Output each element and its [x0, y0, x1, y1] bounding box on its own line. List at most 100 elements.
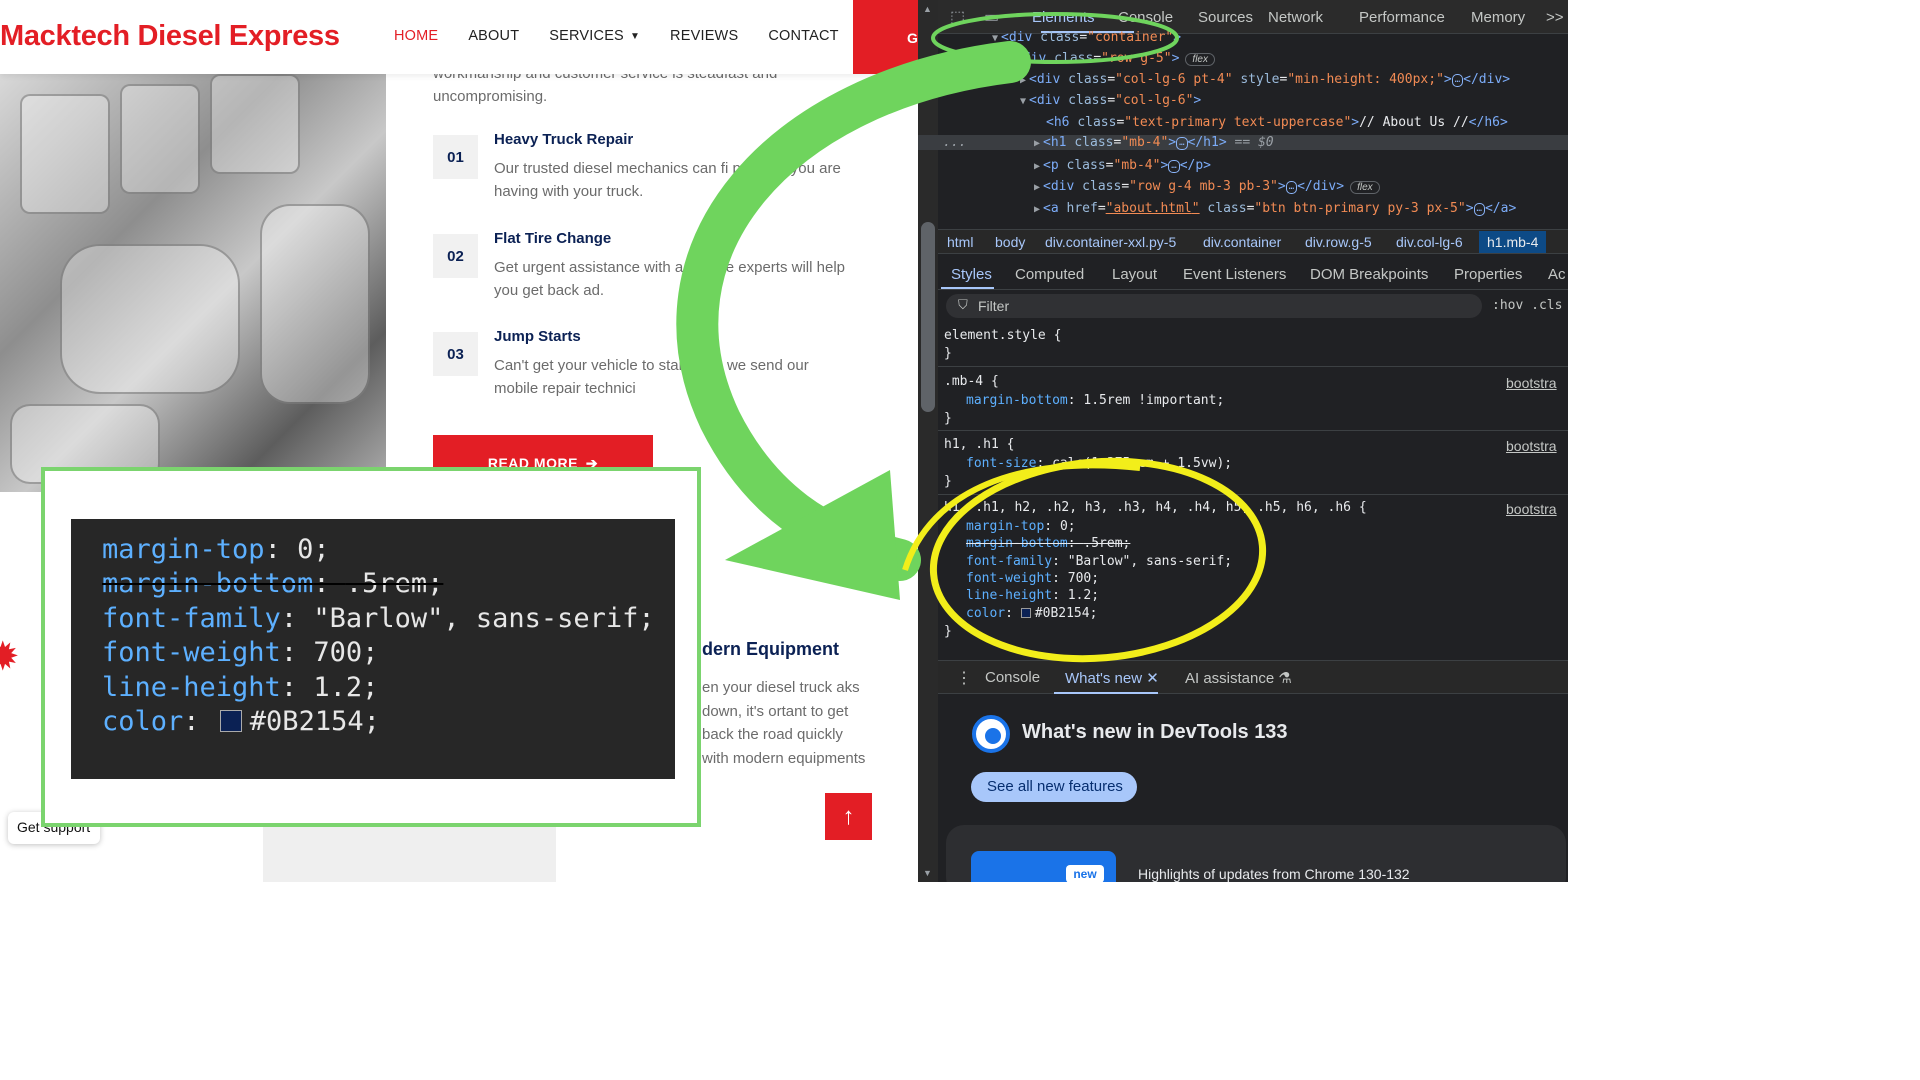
- dom-node[interactable]: ▶ <div class="col-lg-6 pt-4" style="min-h…: [1020, 72, 1510, 87]
- main-nav: HOME ABOUT SERVICES ▼ REVIEWS CONTACT: [394, 28, 869, 44]
- engine-image: [0, 74, 386, 492]
- whats-new-panel: What's new in DevTools 133 See all new f…: [938, 695, 1568, 882]
- drawer-tab-ai-assistance[interactable]: AI assistance ⚗: [1185, 669, 1292, 687]
- tab-memory[interactable]: Memory: [1471, 9, 1525, 26]
- breadcrumb: html body div.container-xxl.py-5 div.con…: [938, 229, 1568, 254]
- dom-node[interactable]: ▶ <p class="mb-4">… </p>: [1034, 158, 1211, 173]
- scroll-up-icon[interactable]: ▲: [923, 4, 932, 14]
- dom-node-selected[interactable]: ... ▶ <h1 class="mb-4">… </h1> == $0: [918, 135, 1568, 150]
- chrome-logo-icon: [972, 715, 1010, 753]
- dom-tree: ▼ <div class="container"> ▼ <div class="ro…: [918, 28, 1568, 224]
- zoomed-css-code: margin-top: 0; margin-bottom: .5rem; fon…: [71, 519, 675, 779]
- rule-close: }: [944, 474, 952, 489]
- nav-home[interactable]: HOME: [394, 28, 438, 44]
- service-item: 02 Flat Tire Change Get urgent assistanc…: [433, 230, 863, 310]
- service-description: Can't get your vehicle to start w so we …: [494, 357, 809, 397]
- stylesheet-link[interactable]: bootstra: [1506, 501, 1557, 517]
- dom-node[interactable]: ▼ <div class="col-lg-6">: [1020, 93, 1201, 108]
- nav-about[interactable]: ABOUT: [468, 28, 519, 44]
- site-logo[interactable]: Macktech Diesel Express: [0, 20, 340, 53]
- tab-elements[interactable]: Elements: [1032, 9, 1095, 26]
- service-number: 02: [433, 234, 478, 278]
- nav-contact[interactable]: CONTACT: [768, 28, 838, 44]
- dom-node[interactable]: ▼ <div class="container">: [992, 30, 1181, 45]
- css-line: font-family: "Barlow", sans-serif;: [102, 602, 655, 634]
- breadcrumb-item[interactable]: div.col-lg-6: [1396, 234, 1463, 250]
- scroll-down-icon[interactable]: ▼: [923, 868, 932, 878]
- tab-dom-breakpoints[interactable]: DOM Breakpoints: [1310, 266, 1428, 283]
- service-title: Heavy Truck Repair: [494, 131, 634, 148]
- breadcrumb-item-active[interactable]: h1.mb-4: [1479, 231, 1547, 253]
- dom-node[interactable]: ▼ <div class="row g-5"> flex: [1006, 51, 1215, 66]
- tab-styles[interactable]: Styles: [951, 266, 992, 283]
- devtools-panel: ▲ ▼ ⬚ ▭ Elements Console Sources Network…: [918, 0, 1568, 882]
- css-declaration-overridden[interactable]: margin-bottom: .5rem;: [966, 536, 1130, 551]
- whats-new-title: What's new in DevTools 133: [1022, 721, 1288, 743]
- dom-node[interactable]: ▶ <div class="row g-4 mb-3 pb-3">… </div> f…: [1034, 179, 1380, 194]
- color-swatch[interactable]: [1020, 608, 1031, 618]
- css-line-overridden: margin-bottom: .5rem;: [102, 568, 444, 600]
- breadcrumb-item[interactable]: html: [947, 234, 973, 250]
- back-to-top-button[interactable]: ↑: [825, 793, 872, 840]
- css-declaration[interactable]: color: #0B2154;: [966, 606, 1097, 621]
- rule-headings[interactable]: h1, .h1, h2, .h2, h3, .h3, h4, .h4, h5, …: [944, 500, 1367, 515]
- css-declaration[interactable]: font-family: "Barlow", sans-serif;: [966, 554, 1232, 569]
- dom-node[interactable]: <h6 class="text-primary text-uppercase">…: [1046, 115, 1508, 130]
- highlights-text: Highlights of updates from Chrome 130-13…: [1138, 866, 1410, 882]
- css-declaration[interactable]: margin-bottom: 1.5rem !important;: [966, 393, 1224, 408]
- css-declaration[interactable]: margin-top: 0;: [966, 519, 1076, 534]
- more-tabs-icon[interactable]: >>: [1546, 9, 1564, 26]
- stylesheet-link[interactable]: bootstra: [1506, 375, 1557, 391]
- css-line: line-height: 1.2;: [102, 671, 379, 703]
- feature-title: dern Equipment: [702, 639, 840, 659]
- drawer-tab-whats-new[interactable]: What's new ✕: [1065, 669, 1159, 687]
- tab-performance[interactable]: Performance: [1359, 9, 1445, 26]
- service-number: 01: [433, 135, 478, 179]
- css-declaration[interactable]: font-weight: 700;: [966, 571, 1099, 586]
- inspect-element-icon[interactable]: ⬚: [950, 7, 965, 27]
- tab-properties[interactable]: Properties: [1454, 266, 1522, 283]
- tab-network[interactable]: Network: [1268, 9, 1323, 26]
- nav-reviews[interactable]: REVIEWS: [670, 28, 738, 44]
- tab-accessibility[interactable]: Ac: [1548, 266, 1566, 283]
- css-declaration[interactable]: line-height: 1.2;: [966, 588, 1099, 603]
- breadcrumb-item[interactable]: div.row.g-5: [1305, 234, 1372, 250]
- tab-layout[interactable]: Layout: [1112, 266, 1157, 283]
- styles-filter-input[interactable]: ⛉ Filter: [946, 294, 1482, 318]
- rule-element-style[interactable]: element.style {: [944, 328, 1061, 343]
- stylesheet-link[interactable]: bootstra: [1506, 438, 1557, 454]
- service-item: 01 Heavy Truck Repair Our trusted diesel…: [433, 131, 863, 211]
- nav-services[interactable]: SERVICES ▼: [549, 28, 640, 44]
- drawer-tab-console[interactable]: Console: [985, 669, 1040, 686]
- hov-cls-toggles[interactable]: :hov .cls: [1492, 298, 1562, 313]
- highlights-card[interactable]: new Highlights of updates from Chrome 13…: [946, 825, 1566, 882]
- rule-close: }: [944, 346, 952, 361]
- active-drawer-tab-indicator: [1054, 692, 1158, 694]
- see-all-features-button[interactable]: See all new features: [971, 772, 1137, 802]
- device-toolbar-icon[interactable]: ▭: [984, 7, 999, 27]
- feature-description: en your diesel truck aks down, it's orta…: [702, 679, 866, 767]
- tab-sources[interactable]: Sources: [1198, 9, 1253, 26]
- page-scrollbar[interactable]: ▲ ▼: [918, 0, 938, 882]
- active-subtab-indicator: [941, 287, 994, 289]
- css-declaration[interactable]: font-size: calc(1.375rem + 1.5vw);: [966, 456, 1232, 471]
- breadcrumb-item[interactable]: div.container: [1203, 234, 1281, 250]
- quote-button[interactable]: G: [853, 0, 918, 74]
- close-icon[interactable]: ✕: [1146, 670, 1159, 687]
- rule-h1[interactable]: h1, .h1 {: [944, 437, 1014, 452]
- rule-mb4[interactable]: .mb-4 {: [944, 374, 999, 389]
- service-description: Our trusted diesel mechanics can fi prob…: [494, 160, 841, 200]
- tab-event-listeners[interactable]: Event Listeners: [1183, 266, 1286, 283]
- tab-console[interactable]: Console: [1118, 9, 1173, 26]
- dom-node[interactable]: ▶ <a href="about.html" class="btn btn-pri…: [1034, 201, 1516, 216]
- tab-computed[interactable]: Computed: [1015, 266, 1084, 283]
- scrollbar-thumb[interactable]: [921, 222, 935, 412]
- new-badge: new: [1066, 865, 1104, 882]
- service-item: 03 Jump Starts Can't get your vehicle to…: [433, 328, 863, 408]
- breadcrumb-item[interactable]: body: [995, 234, 1025, 250]
- color-swatch: [219, 710, 242, 733]
- breadcrumb-item[interactable]: div.container-xxl.py-5: [1045, 234, 1176, 250]
- kebab-menu-icon[interactable]: ⋮: [956, 668, 972, 688]
- zoom-callout: margin-top: 0; margin-bottom: .5rem; fon…: [41, 467, 701, 827]
- drawer-tabbar: ⋮ Console What's new ✕ AI assistance ⚗: [938, 660, 1568, 694]
